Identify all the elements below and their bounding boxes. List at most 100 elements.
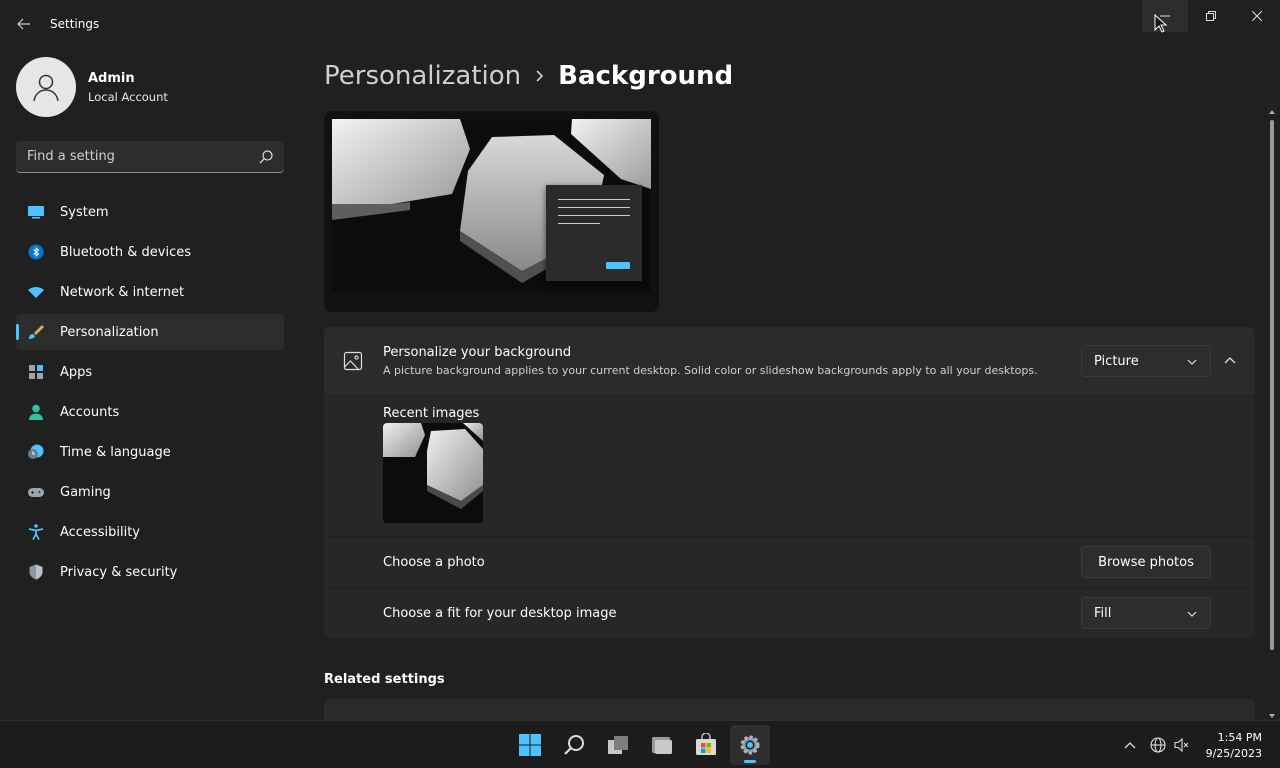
sidebar-item-label: Personalization bbox=[60, 325, 159, 340]
sidebar-item-label: Network & internet bbox=[60, 285, 185, 300]
scroll-down-icon[interactable] bbox=[1268, 712, 1276, 720]
apps-icon bbox=[29, 365, 43, 379]
chevron-up-icon bbox=[1124, 742, 1136, 749]
sidebar-item-label: Accounts bbox=[60, 405, 120, 420]
sidebar-item-apps[interactable]: Apps bbox=[16, 354, 284, 390]
choose-fit-row: Choose a fit for your desktop image Fill bbox=[324, 588, 1255, 638]
fit-value: Fill bbox=[1094, 606, 1112, 621]
file-explorer-button[interactable] bbox=[642, 725, 682, 765]
mouse-cursor-icon bbox=[1154, 14, 1168, 33]
chevron-up-icon bbox=[1224, 357, 1236, 364]
related-settings-heading: Related settings bbox=[324, 672, 445, 687]
desktop-preview bbox=[324, 111, 659, 312]
sidebar-item-system[interactable]: System bbox=[16, 194, 284, 230]
volume-tray-button[interactable] bbox=[1172, 735, 1192, 755]
gear-icon bbox=[740, 735, 760, 755]
store-icon bbox=[696, 733, 716, 755]
sidebar-item-gaming[interactable]: Gaming bbox=[16, 474, 284, 510]
windows-logo-icon bbox=[519, 734, 541, 756]
chevron-down-icon bbox=[1187, 611, 1197, 617]
folder-icon bbox=[652, 737, 672, 754]
avatar bbox=[16, 57, 76, 117]
sidebar-item-accounts[interactable]: Accounts bbox=[16, 394, 284, 430]
choose-fit-label: Choose a fit for your desktop image bbox=[383, 606, 617, 621]
sidebar-item-label: Privacy & security bbox=[60, 565, 178, 580]
picture-icon bbox=[343, 351, 363, 371]
chevron-down-icon bbox=[1187, 359, 1197, 365]
sidebar-item-privacy-security[interactable]: Privacy & security bbox=[16, 554, 284, 590]
scroll-up-icon[interactable] bbox=[1268, 108, 1276, 116]
search-input[interactable] bbox=[16, 141, 246, 172]
accessibility-icon bbox=[28, 524, 44, 540]
search-icon bbox=[564, 735, 584, 755]
show-hidden-icons-button[interactable] bbox=[1120, 735, 1140, 755]
task-view-button[interactable] bbox=[598, 725, 638, 765]
collapse-button[interactable] bbox=[1217, 348, 1243, 374]
network-tray-button[interactable] bbox=[1148, 735, 1168, 755]
related-settings-card[interactable] bbox=[324, 699, 1255, 721]
background-type-dropdown[interactable]: Picture bbox=[1081, 345, 1211, 377]
clock-date: 9/25/2023 bbox=[1205, 747, 1262, 760]
user-profile[interactable]: Admin Local Account bbox=[16, 57, 168, 117]
personalize-background-row[interactable]: Personalize your background A picture ba… bbox=[324, 327, 1255, 395]
search-box[interactable] bbox=[16, 141, 284, 173]
personalize-background-description: A picture background applies to your cur… bbox=[383, 364, 1038, 377]
sidebar-item-network[interactable]: Network & internet bbox=[16, 274, 284, 310]
personalize-background-title: Personalize your background bbox=[383, 345, 572, 360]
fit-dropdown[interactable]: Fill bbox=[1081, 597, 1211, 629]
gamepad-icon bbox=[28, 488, 44, 497]
back-button[interactable] bbox=[10, 10, 38, 38]
volume-muted-icon bbox=[1174, 737, 1189, 753]
person-icon bbox=[29, 404, 43, 420]
store-button[interactable] bbox=[686, 725, 726, 765]
page-title: Background bbox=[558, 61, 734, 91]
sidebar-item-bluetooth[interactable]: Bluetooth & devices bbox=[16, 234, 284, 270]
choose-photo-label: Choose a photo bbox=[383, 555, 485, 570]
shield-icon bbox=[29, 564, 43, 580]
sidebar-item-label: Gaming bbox=[60, 485, 111, 500]
monitor-icon bbox=[28, 206, 44, 219]
profile-name: Admin bbox=[88, 70, 135, 86]
breadcrumb-parent[interactable]: Personalization bbox=[324, 61, 521, 91]
sidebar-item-accessibility[interactable]: Accessibility bbox=[16, 514, 284, 550]
clock-time: 1:54 PM bbox=[1217, 731, 1262, 744]
active-app-indicator bbox=[744, 760, 756, 763]
app-title: Settings bbox=[50, 17, 100, 31]
sidebar-item-label: Accessibility bbox=[60, 525, 140, 540]
close-button[interactable] bbox=[1234, 0, 1280, 32]
globe-icon bbox=[1150, 737, 1166, 753]
title-bar: Settings bbox=[0, 0, 1280, 48]
sidebar-item-label: Apps bbox=[60, 365, 93, 380]
background-type-value: Picture bbox=[1094, 354, 1139, 369]
taskbar-search-button[interactable] bbox=[554, 725, 594, 765]
chevron-right-icon bbox=[535, 69, 544, 83]
task-view-icon bbox=[608, 736, 628, 754]
profile-account-type: Local Account bbox=[88, 89, 168, 104]
choose-photo-row: Choose a photo Browse photos bbox=[324, 537, 1255, 587]
sidebar-nav: System Bluetooth & devices Network & int… bbox=[16, 194, 284, 594]
sidebar-item-time-language[interactable]: Time & language bbox=[16, 434, 284, 470]
sidebar-item-personalization[interactable]: Personalization bbox=[16, 314, 284, 350]
brush-icon bbox=[29, 325, 44, 339]
browse-photos-button[interactable]: Browse photos bbox=[1081, 546, 1211, 578]
preview-window-mockup bbox=[546, 185, 642, 281]
close-icon bbox=[1252, 11, 1262, 21]
search-icon[interactable] bbox=[258, 149, 274, 165]
scroll-thumb[interactable] bbox=[1270, 120, 1274, 650]
sidebar-item-label: Time & language bbox=[60, 445, 171, 460]
restore-icon bbox=[1206, 11, 1216, 21]
start-button[interactable] bbox=[510, 725, 550, 765]
back-arrow-icon bbox=[17, 18, 30, 30]
taskbar-clock[interactable]: 1:54 PM 9/25/2023 bbox=[1196, 730, 1262, 762]
globe-clock-icon bbox=[28, 444, 44, 459]
sidebar-item-label: Bluetooth & devices bbox=[60, 245, 191, 260]
recent-image-thumbnail[interactable] bbox=[383, 423, 483, 523]
wifi-icon bbox=[28, 287, 44, 298]
restore-button[interactable] bbox=[1188, 0, 1234, 32]
bluetooth-icon bbox=[28, 244, 44, 260]
settings-taskbar-button[interactable] bbox=[730, 725, 770, 765]
scrollbar[interactable] bbox=[1268, 106, 1276, 720]
recent-images-section: Recent images bbox=[324, 396, 1255, 536]
breadcrumb: Personalization Background bbox=[324, 58, 733, 94]
taskbar: 1:54 PM 9/25/2023 bbox=[0, 720, 1280, 768]
